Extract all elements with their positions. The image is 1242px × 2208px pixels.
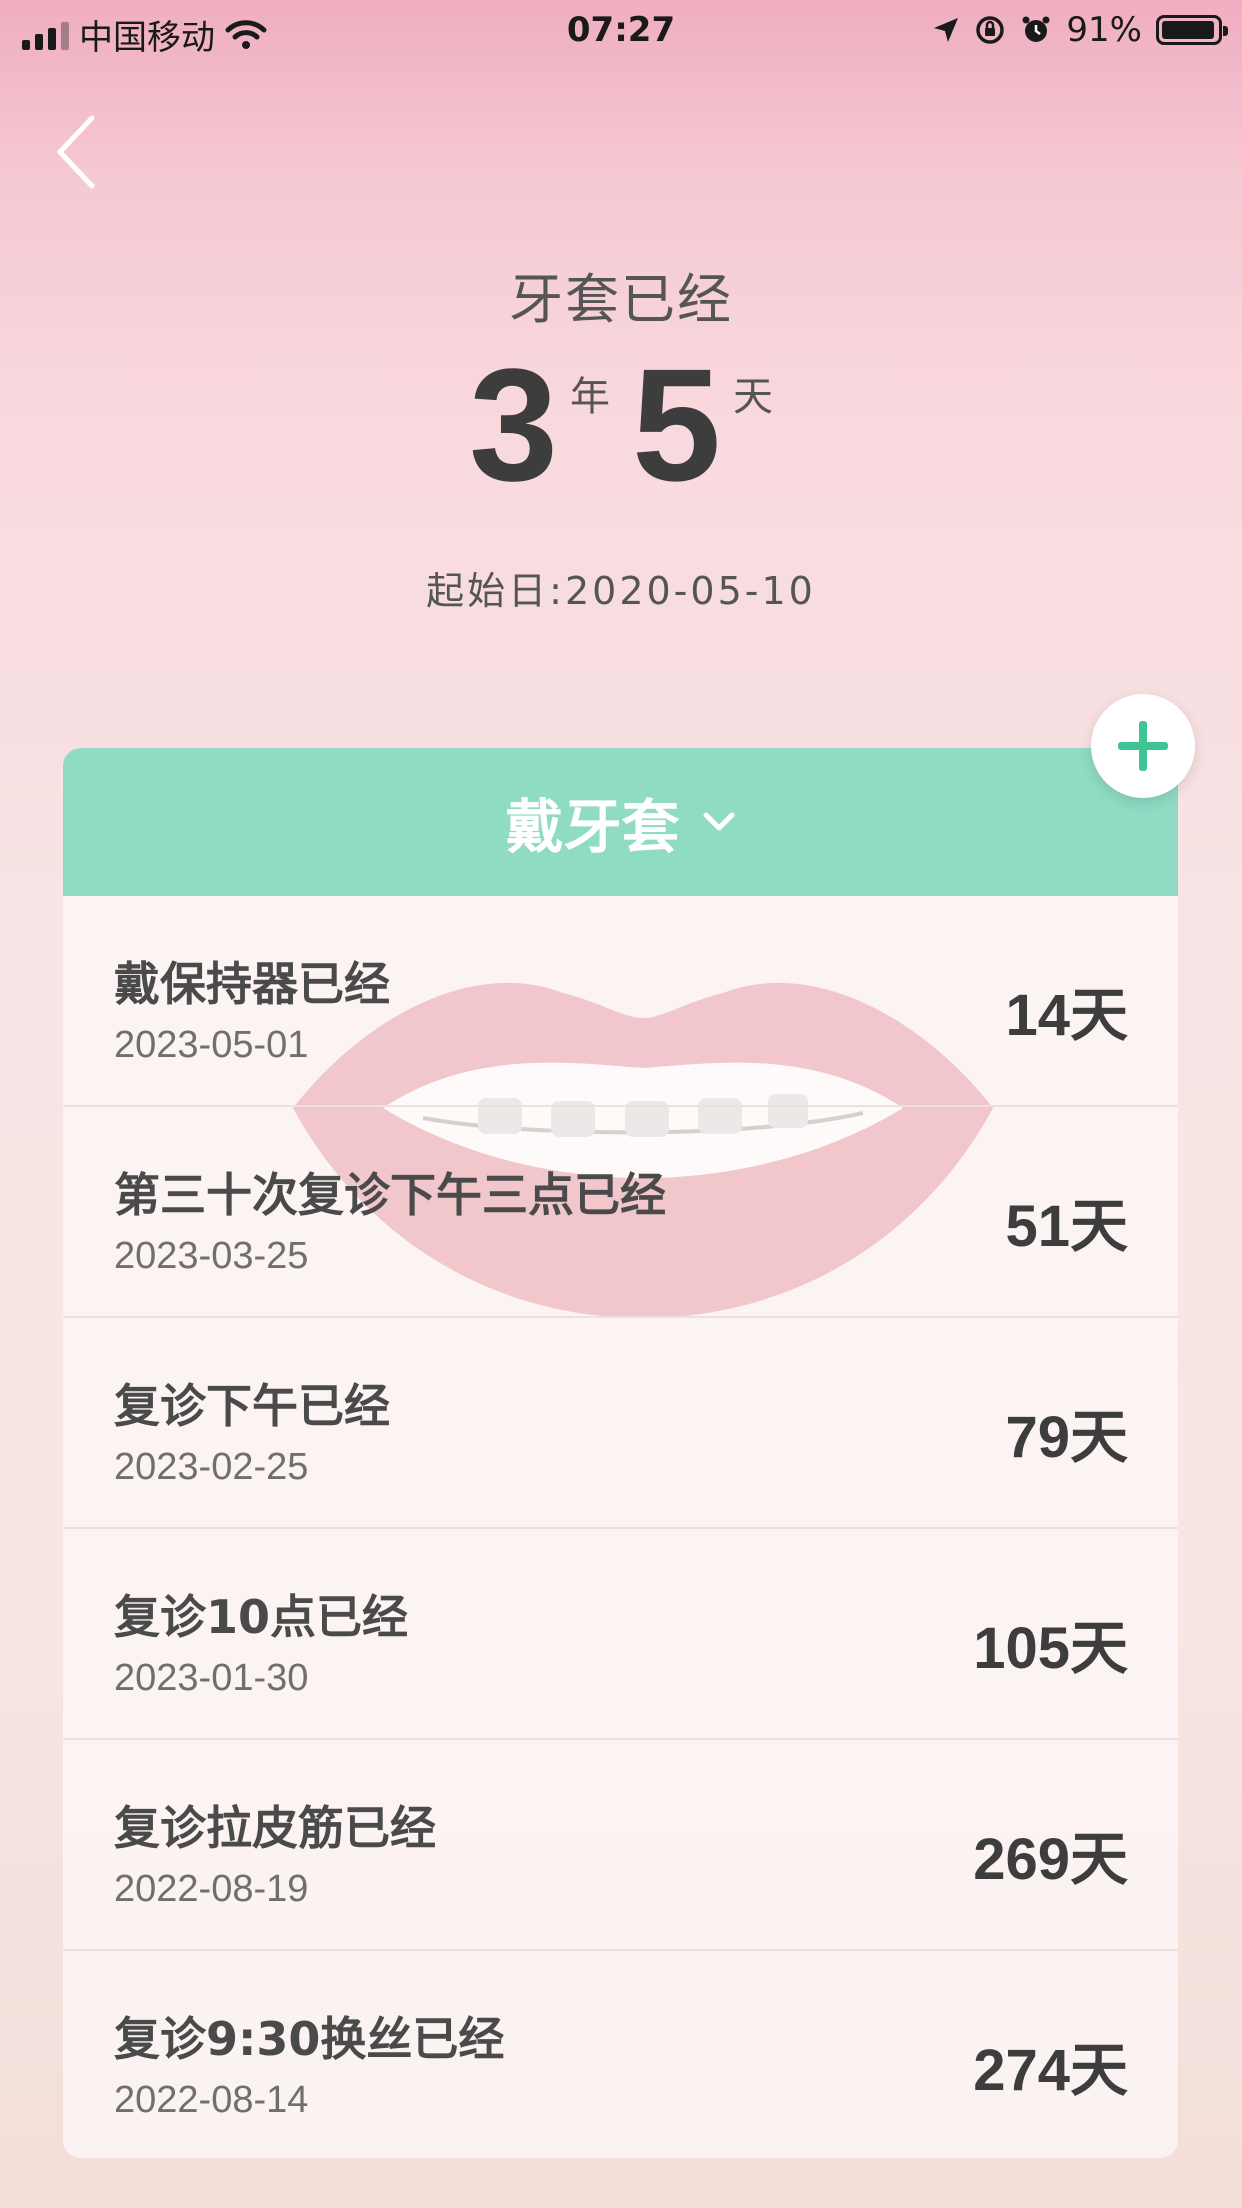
back-button[interactable] bbox=[52, 112, 112, 192]
item-title: 复诊10点已经 bbox=[114, 1590, 409, 1644]
start-date: 起始日:2020-05-10 bbox=[426, 569, 816, 613]
status-bar: 中国移动 07:27 91% bbox=[0, 0, 1242, 62]
item-days: 14天 bbox=[1005, 983, 1128, 1048]
location-icon bbox=[934, 18, 959, 42]
item-date: 2023-03-25 bbox=[114, 1235, 309, 1277]
years-value: 3 bbox=[469, 335, 558, 514]
chevron-down-icon bbox=[703, 812, 734, 831]
years-unit: 年 bbox=[570, 374, 610, 420]
item-date: 2023-05-01 bbox=[114, 1024, 309, 1066]
item-days: 274天 bbox=[973, 2038, 1128, 2103]
alarm-icon bbox=[1022, 16, 1050, 42]
status-right: 91% bbox=[932, 10, 1228, 50]
item-days: 79天 bbox=[1005, 1405, 1128, 1470]
battery-percent: 91% bbox=[1066, 10, 1142, 50]
list-item[interactable]: 戴保持器已经 2023-05-01 14天 bbox=[63, 896, 1178, 1107]
events-card: 戴牙套 戴保持器已经 2023-05-01 14天 第三十次复诊下午三点已经 2… bbox=[63, 748, 1178, 2158]
item-title: 第三十次复诊下午三点已经 bbox=[114, 1168, 666, 1222]
list-item[interactable]: 第三十次复诊下午三点已经 2023-03-25 51天 bbox=[63, 1107, 1178, 1318]
days-value: 5 bbox=[632, 335, 721, 514]
list-item[interactable]: 复诊拉皮筋已经 2022-08-19 269天 bbox=[63, 1740, 1178, 1951]
item-title: 复诊下午已经 bbox=[114, 1379, 390, 1433]
item-title: 复诊9:30换丝已经 bbox=[114, 2012, 505, 2066]
category-label: 戴牙套 bbox=[505, 793, 680, 861]
battery-icon bbox=[1156, 15, 1228, 45]
item-title: 复诊拉皮筋已经 bbox=[114, 1801, 436, 1855]
list-item[interactable]: 复诊9:30换丝已经 2022-08-14 274天 bbox=[63, 1951, 1178, 2158]
duration-counter: 3 年 5 天 bbox=[0, 340, 1242, 510]
list-item[interactable]: 复诊10点已经 2023-01-30 105天 bbox=[63, 1529, 1178, 1740]
item-days: 269天 bbox=[973, 1827, 1128, 1892]
rotation-lock-icon bbox=[976, 16, 1005, 44]
page-title: 牙套已经 bbox=[509, 268, 733, 331]
category-selector[interactable]: 戴牙套 bbox=[63, 748, 1178, 896]
add-button[interactable] bbox=[1091, 694, 1195, 798]
item-date: 2023-02-25 bbox=[114, 1446, 309, 1488]
item-days: 51天 bbox=[1005, 1194, 1128, 1259]
chevron-left-icon bbox=[57, 115, 95, 189]
item-days: 105天 bbox=[973, 1616, 1128, 1681]
item-date: 2022-08-14 bbox=[114, 2079, 309, 2121]
item-title: 戴保持器已经 bbox=[114, 957, 390, 1011]
days-unit: 天 bbox=[732, 374, 773, 420]
list-item[interactable]: 复诊下午已经 2023-02-25 79天 bbox=[63, 1318, 1178, 1529]
item-date: 2022-08-19 bbox=[114, 1868, 309, 1910]
item-date: 2023-01-30 bbox=[114, 1657, 309, 1699]
event-list: 戴保持器已经 2023-05-01 14天 第三十次复诊下午三点已经 2023-… bbox=[63, 896, 1178, 2158]
